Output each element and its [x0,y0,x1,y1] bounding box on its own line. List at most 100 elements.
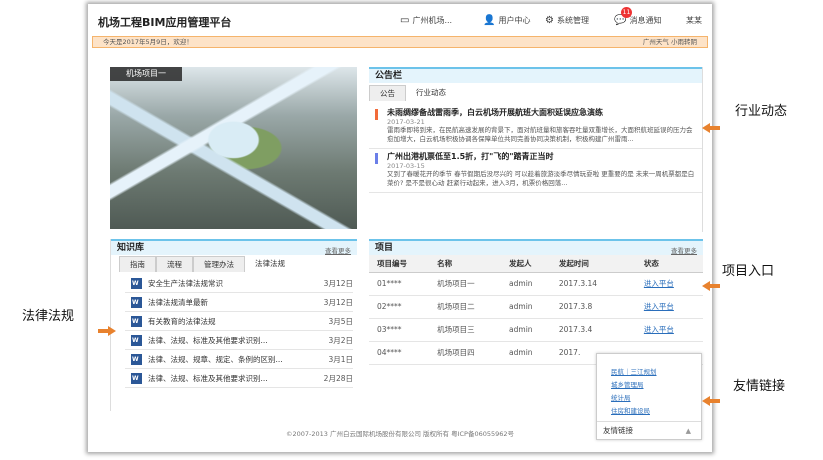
news-title[interactable]: 未雨绸缪备战雷雨季，白云机场开展航班大面积延误应急演练 [387,107,696,118]
tab-industry[interactable]: 行业动态 [406,85,456,101]
friend-link[interactable]: 民航｜三江规划 [611,366,701,376]
word-doc-icon: W [131,296,142,308]
news-date: 2017-03-15 [387,162,425,170]
table-cell: 02**** [369,295,430,319]
nav-airport[interactable]: ▭ 广州机场... [400,15,452,26]
table-cell: 04**** [369,341,430,365]
tab-announcement[interactable]: 公告 [369,85,406,101]
table-cell: 2017.3.8 [550,295,624,319]
nav-label: 用户中心 [498,16,531,25]
news-marker [375,109,378,120]
annotation-law: 法律法规 [22,309,75,324]
annotation-project: 项目入口 [722,264,775,279]
news-item[interactable]: 未雨绸缪备战雷雨季，白云机场开展航班大面积延误应急演练 2017-03-21 雷雨季… [369,105,702,149]
word-doc-icon: W [131,277,142,289]
news-item[interactable]: 广州出港机票低至1.5折，打"飞的"踏青正当时 2017-03-15 又到了春暖花开… [369,149,702,193]
knowledge-panel: 知识库 查看更多 指南 流程 管理办法 法律法规 W 安全生产法律法规常识 3月12日… [110,239,357,411]
document-name: 安全生产法律法规常识 [148,278,223,288]
app-title: 机场工程BIM应用管理平台 [98,16,232,29]
document-name: 法律法规清单最新 [148,297,208,307]
document-item[interactable]: W 有关教育的法律法规 3月5日 [125,312,353,331]
word-doc-icon: W [131,372,142,384]
table-cell: admin [501,295,551,319]
document-item[interactable]: W 法律、法规、标准及其他要求识别... 2月28日 [125,369,353,388]
document-date: 3月2日 [328,335,353,345]
tab-guide[interactable]: 指南 [119,256,156,272]
arrow-left-icon [702,281,720,291]
document-item[interactable]: W 法律、法规、标准及其他要求识别... 3月2日 [125,331,353,350]
nav-label: 消息通知 [629,16,662,25]
monitor-icon: ▭ [400,15,410,26]
chat-icon: 💬 11 [614,7,632,26]
word-doc-icon: W [131,315,142,327]
table-cell: 机场项目四 [429,341,502,365]
panel-header: 项目 查看更多 [369,239,703,255]
table-cell: 2017.3.4 [550,318,624,342]
column-header: 发起时间 [550,255,624,273]
document-date: 3月12日 [323,297,353,307]
annotation-links: 友情链接 [733,379,786,394]
document-item[interactable]: W 法律、法规、规章、规定、条例的区别... 3月1日 [125,350,353,369]
friend-links-popup: 民航｜三江规划 城乡管理局 统计局 住房和建设局 友情链接 ▲ [596,353,702,440]
annotation-industry: 行业动态 [735,104,788,119]
table-cell: 机场项目三 [429,318,502,342]
table-cell: 03**** [369,318,430,342]
news-title[interactable]: 广州出港机票低至1.5折，打"飞的"踏青正当时 [387,151,696,162]
table-cell: 机场项目二 [429,295,502,319]
friend-link[interactable]: 城乡管理局 [611,379,701,389]
notice-bar: 今天是2017年5月9日，欢迎！ 广州天气 小雨转阴 [92,36,708,48]
panel-title: 知识库 [117,243,145,253]
table-row: 03**** 机场项目三 admin 2017.3.4 进入平台 [369,318,703,342]
table-row: 01**** 机场项目一 admin 2017.3.14 进入平台 [369,272,703,296]
word-doc-icon: W [131,334,142,346]
bulletin-panel: 公告栏 公告 行业动态 未雨绸缪备战雷雨季，白云机场开展航班大面积延误应急演练 2… [369,67,703,232]
view-more-link[interactable]: 查看更多 [671,244,697,258]
tab-law[interactable]: 法律法规 [245,256,295,272]
enter-platform-link[interactable]: 进入平台 [644,279,674,288]
nav-label: 广州机场... [412,16,453,25]
arrow-right-icon [98,326,116,336]
weather-text: 广州天气 小雨转阴 [642,38,697,46]
nav-username[interactable]: 某某 [686,15,702,26]
arrow-left-icon [702,396,720,406]
document-name: 法律、法规、标准及其他要求识别... [148,335,268,345]
news-date: 2017-03-21 [387,118,425,126]
table-row: 02**** 机场项目二 admin 2017.3.8 进入平台 [369,295,703,319]
table-cell: 01**** [369,272,430,296]
app-window: 机场工程BIM应用管理平台 ▭ 广州机场... 👤 用户中心 ⚙ 系统管理 💬 11 消息… [88,4,712,452]
enter-platform-link[interactable]: 进入平台 [644,302,674,311]
document-name: 法律、法规、规章、规定、条例的区别... [148,354,283,364]
news-marker [375,153,378,164]
panel-title: 项目 [375,243,394,253]
news-summary: 雷雨季即将到来，在民航高速发展的背景下，面对航班量和旅客吞吐量双重增长，大面积航… [387,126,693,143]
panel-title: 公告栏 [369,67,702,83]
document-date: 3月12日 [323,278,353,288]
table-cell: 2017.3.14 [550,272,624,296]
friend-link[interactable]: 住房和建设局 [611,405,701,415]
nav-system[interactable]: ⚙ 系统管理 [545,15,589,26]
view-more-link[interactable]: 查看更多 [325,244,351,258]
nav-user-center[interactable]: 👤 用户中心 [483,15,530,26]
panel-header: 知识库 查看更多 [111,239,357,255]
word-doc-icon: W [131,353,142,365]
column-header: 名称 [429,255,502,273]
document-name: 有关教育的法律法规 [148,316,216,326]
tab-process[interactable]: 流程 [156,256,193,272]
document-item[interactable]: W 安全生产法律法规常识 3月12日 [125,274,353,293]
friend-link[interactable]: 统计局 [611,392,701,402]
document-date: 2月28日 [323,373,353,383]
gear-icon: ⚙ [545,15,554,26]
airport-banner-image[interactable]: 机场项目一 [110,67,357,229]
news-summary: 又到了春暖花开的季节 春节假期后没尽兴的 可以趁着旅游淡季尽情玩耍啦 更重要的是… [387,170,695,187]
document-date: 3月1日 [328,354,353,364]
column-header: 发起人 [501,255,551,273]
document-item[interactable]: W 法律法规清单最新 3月12日 [125,293,353,312]
table-cell: admin [501,318,551,342]
nav-messages[interactable]: 💬 11 消息通知 [614,7,662,26]
project-table: 项目编号 名称 发起人 发起时间 状态 01**** 机场项目一 admin 2017.3.14… [369,255,703,365]
banner-label: 机场项目一 [110,67,182,81]
tab-management[interactable]: 管理办法 [193,256,245,272]
nav-label: 系统管理 [556,16,589,25]
enter-platform-link[interactable]: 进入平台 [644,325,674,334]
project-panel: 项目 查看更多 项目编号 名称 发起人 发起时间 状态 01**** 机场项目一 admin 20… [369,239,703,365]
